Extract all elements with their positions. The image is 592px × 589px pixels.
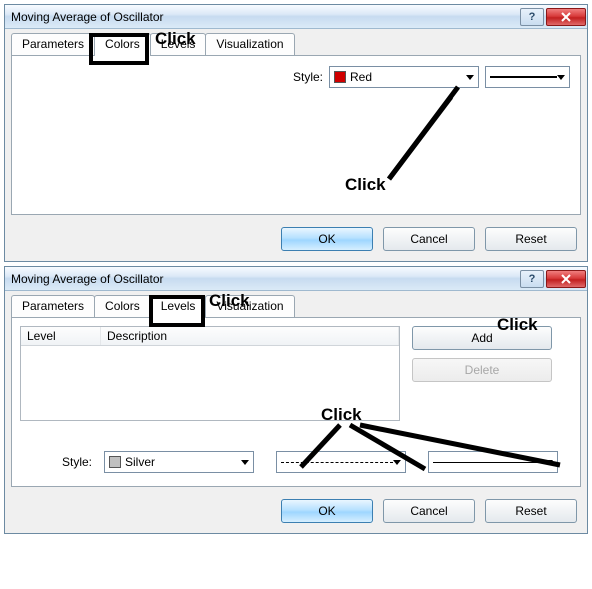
add-button[interactable]: Add (412, 326, 552, 350)
tab-levels[interactable]: Levels (150, 33, 207, 55)
tab-visualization[interactable]: Visualization (205, 295, 294, 317)
chevron-down-icon (393, 460, 401, 465)
close-button[interactable] (546, 270, 586, 288)
color-swatch (334, 71, 346, 83)
title: Moving Average of Oscillator (11, 272, 518, 286)
chevron-down-icon (545, 460, 553, 465)
side-buttons: Add Delete (412, 326, 552, 421)
color-swatch (109, 456, 121, 468)
col-description[interactable]: Description (101, 327, 399, 345)
col-level[interactable]: Level (21, 327, 101, 345)
color-name: Red (350, 70, 372, 84)
levels-list[interactable]: Level Description (20, 326, 400, 421)
color-name: Silver (125, 455, 155, 469)
tab-body-colors: Style: Red (11, 55, 581, 215)
tab-parameters[interactable]: Parameters (11, 295, 95, 317)
line-style-dropdown[interactable] (485, 66, 570, 88)
ok-button[interactable]: OK (281, 499, 373, 523)
tab-levels[interactable]: Levels (150, 295, 207, 318)
tab-body-levels: Level Description Add Delete Style: Silv… (11, 317, 581, 487)
chevron-down-icon (557, 75, 565, 80)
chevron-down-icon (241, 460, 249, 465)
ok-button[interactable]: OK (281, 227, 373, 251)
list-header: Level Description (21, 327, 399, 346)
color-dropdown[interactable]: Silver (104, 451, 254, 473)
close-icon (561, 274, 571, 284)
tab-colors[interactable]: Colors (94, 33, 151, 56)
reset-button[interactable]: Reset (485, 499, 577, 523)
reset-button[interactable]: Reset (485, 227, 577, 251)
style-label: Style: (22, 455, 92, 469)
tab-row: Parameters Colors Levels Visualization (5, 291, 587, 317)
close-button[interactable] (546, 8, 586, 26)
title: Moving Average of Oscillator (11, 10, 518, 24)
color-dropdown[interactable]: Red (329, 66, 479, 88)
tab-parameters[interactable]: Parameters (11, 33, 95, 55)
dialog-color: Moving Average of Oscillator ? Parameter… (4, 4, 588, 262)
help-icon: ? (529, 11, 536, 23)
help-button[interactable]: ? (520, 8, 544, 26)
cancel-button[interactable]: Cancel (383, 499, 475, 523)
delete-button: Delete (412, 358, 552, 382)
button-row: OK Cancel Reset (5, 221, 587, 261)
tab-row: Parameters Colors Levels Visualization (5, 29, 587, 55)
chevron-down-icon (466, 75, 474, 80)
titlebar[interactable]: Moving Average of Oscillator ? (5, 5, 587, 29)
line-pattern-dropdown[interactable] (276, 451, 406, 473)
line-sample-dash (281, 462, 393, 463)
help-icon: ? (529, 273, 536, 285)
line-weight-dropdown[interactable] (428, 451, 558, 473)
line-sample (433, 462, 545, 463)
help-button[interactable]: ? (520, 270, 544, 288)
dialog-levels: Moving Average of Oscillator ? Parameter… (4, 266, 588, 534)
close-icon (561, 12, 571, 22)
style-label: Style: (293, 70, 323, 84)
line-sample (490, 76, 557, 78)
tab-colors[interactable]: Colors (94, 295, 151, 317)
titlebar[interactable]: Moving Average of Oscillator ? (5, 267, 587, 291)
tab-visualization[interactable]: Visualization (205, 33, 294, 55)
button-row: OK Cancel Reset (5, 493, 587, 533)
cancel-button[interactable]: Cancel (383, 227, 475, 251)
